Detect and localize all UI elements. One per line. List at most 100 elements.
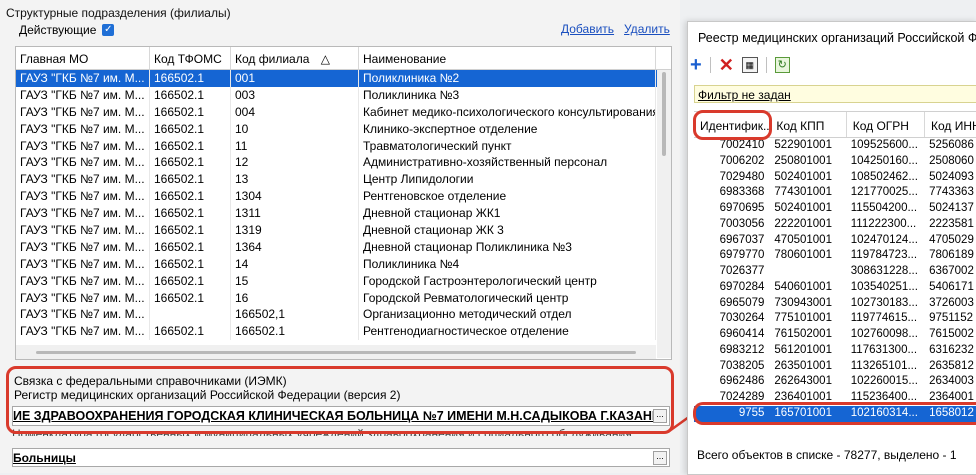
col-tfoms-code[interactable]: Код ТФОМС <box>150 47 231 69</box>
nomenclature-select-button[interactable]: ... <box>653 451 667 465</box>
table-row[interactable]: ГАУЗ "ГКБ №7 им. М... 166502.1 12 Администр… <box>16 154 671 172</box>
col-inn[interactable]: Код ИНН <box>925 112 976 137</box>
table-row[interactable]: ГАУЗ "ГКБ №7 им. М... 166502.1 13 Центр Лип… <box>16 171 671 189</box>
table-row[interactable]: ГАУЗ "ГКБ №7 им. М... 166502.1 003 Поликлин… <box>16 86 671 104</box>
table-row[interactable]: ГАУЗ "ГКБ №7 им. М... 166502.1 1304 Рентген… <box>16 188 671 206</box>
cell-inn: 2223581 <box>929 217 974 230</box>
cell-name: Организационно методический отдел <box>359 306 656 324</box>
cell-ogrn: 119784723... <box>850 249 918 262</box>
table-row[interactable]: ГАУЗ "ГКБ №7 им. М... 166502.1 14 Поликлини… <box>16 255 671 273</box>
cell-ogrn: 102470124... <box>850 233 918 246</box>
registry-row[interactable]: 7003056 222201001 111222300... 2223581 <box>694 217 976 233</box>
highlight-frame-federal <box>6 366 674 434</box>
table-row[interactable]: ГАУЗ "ГКБ №7 им. М... 166502.1 11 Травматол… <box>16 137 671 155</box>
cell-kpp: 561201001 <box>774 343 832 356</box>
cell-branch-code: 12 <box>231 154 359 172</box>
table-row[interactable]: ГАУЗ "ГКБ №7 им. М... 166502.1 16 Городской… <box>16 289 671 307</box>
cell-name: Дневной стационар Поликлиника №3 <box>359 238 656 256</box>
cell-name: Городской Гастроэнтерологический центр <box>359 272 656 290</box>
registry-row[interactable]: 6983212 561201001 117631300... 6316232 <box>694 343 976 359</box>
registry-row[interactable]: 6960414 761502001 102760098... 7615002 <box>694 327 976 343</box>
col-name[interactable]: Наименование <box>359 47 656 69</box>
registry-row[interactable]: 7026377 308631228... 6367002 <box>694 264 976 280</box>
cell-inn: 5024137 <box>929 202 974 214</box>
cell-branch-code: 15 <box>231 272 359 290</box>
table-row[interactable]: ГАУЗ "ГКБ №7 им. М... 166502,1 Организацио… <box>16 306 671 324</box>
cell-identifier: 7029480 <box>719 170 765 183</box>
cell-inn: 6367002 <box>929 265 974 277</box>
table-row[interactable]: ГАУЗ "ГКБ №7 им. М... 166502.1 166502.1 Рен… <box>16 323 671 341</box>
cell-kpp: 780601001 <box>774 249 832 262</box>
table-row[interactable]: ГАУЗ "ГКБ №7 им. М... 166502.1 001 Поликлин… <box>16 70 671 87</box>
delete-link[interactable]: Удалить <box>624 22 670 36</box>
registry-row[interactable]: 7030264 775101001 119774615... 9751152 <box>694 311 976 327</box>
table-row[interactable]: ГАУЗ "ГКБ №7 им. М... 166502.1 15 Городской… <box>16 272 671 290</box>
cell-name: Поликлиника №2 <box>359 70 656 87</box>
col-main-mo[interactable]: Главная МО <box>16 47 150 69</box>
horizontal-scroll-thumb[interactable] <box>36 351 636 354</box>
refresh-icon[interactable]: ↻ <box>774 57 790 73</box>
table-row[interactable]: ГАУЗ "ГКБ №7 им. М... 166502.1 10 Клинико-э… <box>16 120 671 138</box>
registry-row[interactable]: 6970695 502401001 115504200... 5024137 <box>694 201 976 217</box>
cell-inn: 9751152 <box>929 312 973 325</box>
active-checkbox[interactable]: ✓ <box>102 24 115 36</box>
filter-text[interactable]: Фильтр не задан <box>698 88 791 102</box>
registry-row[interactable]: 6962486 262643001 102260015... 2634003 <box>694 374 976 390</box>
registry-row[interactable]: 6970284 540601001 103540251... 5406171 <box>694 280 976 296</box>
registry-window: Реестр медицинских организаций Российско… <box>687 21 976 475</box>
cell-kpp: 250801001 <box>774 154 832 167</box>
cell-main-mo: ГАУЗ "ГКБ №7 им. М... <box>16 103 150 121</box>
cell-identifier: 6960414 <box>719 328 765 340</box>
registry-row[interactable]: 7038205 263501001 113265101... 2635812 <box>694 359 976 375</box>
cell-branch-code: 14 <box>231 255 359 273</box>
properties-icon[interactable]: ▦ <box>741 57 758 73</box>
filter-bar[interactable]: Фильтр не задан <box>694 85 976 103</box>
cell-name: Дневной стационар ЖК 3 <box>359 222 656 239</box>
cell-tfoms-code: 166502.1 <box>150 103 231 121</box>
registry-row[interactable]: 6983368 774301001 121770025... 7743363 <box>694 185 976 201</box>
cell-name: Дневной стационар ЖК1 <box>359 205 656 223</box>
registry-row[interactable]: 6965079 730943001 102730183... 3726003 <box>694 296 976 312</box>
federal-section: Связка с федеральными справочниками (ИЭМ… <box>6 366 674 473</box>
horizontal-scrollbar[interactable] <box>16 345 656 359</box>
cell-kpp: 730943001 <box>774 296 832 309</box>
registry-row[interactable]: 6979770 780601001 119784723... 7806189 <box>694 248 976 264</box>
cell-main-mo: ГАУЗ "ГКБ №7 им. М... <box>16 205 150 223</box>
registry-row[interactable]: 7002410 522901001 109525600... 5256086 <box>694 138 976 154</box>
highlight-frame-selected-row <box>693 402 976 425</box>
cell-main-mo: ГАУЗ "ГКБ №7 им. М... <box>16 86 150 104</box>
nomenclature-field[interactable]: Больницы ... <box>12 448 670 467</box>
registry-row[interactable]: 6967037 470501001 102470124... 4705029 <box>694 233 976 249</box>
table-row[interactable]: ГАУЗ "ГКБ №7 им. М... 166502.1 1319 Дневной… <box>16 222 671 239</box>
add-link[interactable]: Добавить <box>561 22 614 36</box>
col-kpp[interactable]: Код КПП <box>770 112 847 137</box>
toolbar-separator-2 <box>765 57 767 73</box>
cell-kpp: 540601001 <box>774 280 832 293</box>
registry-table-body: 7002410 522901001 109525600... 5256086 70062… <box>694 138 976 422</box>
cell-kpp: 502401001 <box>774 170 832 183</box>
nomenclature-value: Больницы <box>13 451 76 465</box>
col-branch-code[interactable]: Код филиала △ <box>231 47 359 69</box>
col-ogrn[interactable]: Код ОГРН <box>847 112 926 137</box>
cell-name: Административно-хозяйственный персонал <box>359 154 656 172</box>
registry-row[interactable]: 7006202 250801001 104250160... 2508060 <box>694 154 976 170</box>
table-row[interactable]: ГАУЗ "ГКБ №7 им. М... 166502.1 004 Кабинет … <box>16 103 671 121</box>
registry-toolbar: + ✕ ▦ ↻ <box>690 55 790 75</box>
cell-inn: 4705029 <box>929 233 974 246</box>
add-icon[interactable]: + <box>690 55 702 75</box>
cell-tfoms-code: 166502.1 <box>150 272 231 290</box>
vertical-scrollbar[interactable] <box>657 70 671 358</box>
table-row[interactable]: ГАУЗ "ГКБ №7 им. М... 166502.1 1364 Дневной… <box>16 238 671 256</box>
cell-name: Рентгенодиагностическое отделение <box>359 323 656 341</box>
table-header: Главная МО Код ТФОМС Код филиала △ Наиме… <box>16 47 671 70</box>
cell-identifier: 7038205 <box>719 359 765 372</box>
vertical-scroll-thumb[interactable] <box>662 72 666 156</box>
cell-name: Центр Липидологии <box>359 171 656 189</box>
active-filter: Действующие ✓ <box>19 23 115 37</box>
cell-tfoms-code: 166502.1 <box>150 238 231 256</box>
registry-row[interactable]: 7029480 502401001 108502462... 5024093 <box>694 170 976 186</box>
cell-tfoms-code: 166502.1 <box>150 222 231 239</box>
cell-main-mo: ГАУЗ "ГКБ №7 им. М... <box>16 306 150 324</box>
table-row[interactable]: ГАУЗ "ГКБ №7 им. М... 166502.1 1311 Дневной… <box>16 205 671 223</box>
delete-icon[interactable]: ✕ <box>719 56 734 74</box>
